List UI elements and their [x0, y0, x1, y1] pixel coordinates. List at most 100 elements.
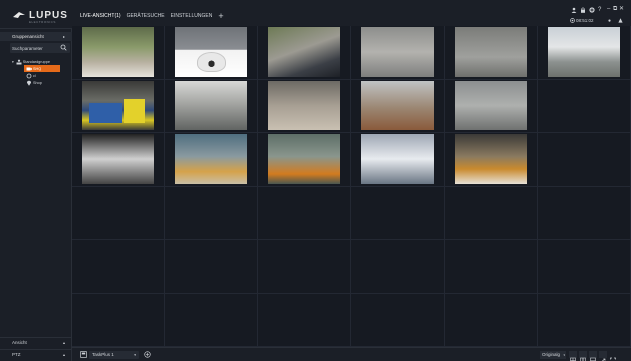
view-panel-header[interactable]: Ansicht ▴: [0, 337, 72, 347]
camera-feed[interactable]: [454, 134, 527, 184]
video-cell[interactable]: [351, 186, 445, 240]
search-box: [10, 43, 70, 53]
video-cell[interactable]: [444, 79, 538, 133]
camera-feed[interactable]: [268, 134, 341, 184]
window-controls: ? – ⧉ ✕ 08:51:02 ●: [565, 6, 625, 26]
camera-feed[interactable]: [175, 80, 248, 130]
video-cell[interactable]: [258, 26, 352, 80]
grid-9-button[interactable]: [589, 351, 597, 361]
gear-icon[interactable]: [589, 7, 595, 13]
video-cell[interactable]: [537, 186, 631, 240]
camera-feed[interactable]: [82, 27, 155, 77]
grid-4-button[interactable]: [579, 351, 587, 361]
video-cell[interactable]: [165, 240, 259, 294]
video-cell[interactable]: [537, 293, 631, 347]
layout-select[interactable]: TaskPlus 1 ▾: [89, 351, 139, 359]
stream-quality-select[interactable]: Originalg ▾: [540, 351, 566, 359]
clock: 08:51:02: [576, 18, 594, 23]
blue-bin-illustration: [89, 102, 122, 123]
fullscreen-button[interactable]: [599, 351, 607, 361]
group-view-header[interactable]: Gruppenansicht ▸: [0, 32, 72, 41]
video-cell[interactable]: [258, 293, 352, 347]
grid-1-icon: [570, 357, 576, 361]
video-cell[interactable]: [72, 26, 166, 80]
help-icon[interactable]: ?: [598, 7, 601, 13]
camera-feed[interactable]: [82, 134, 155, 184]
video-cell[interactable]: [72, 186, 166, 240]
video-cell[interactable]: [351, 293, 445, 347]
video-cell[interactable]: [351, 133, 445, 187]
video-cell[interactable]: [351, 26, 445, 80]
video-cell[interactable]: [72, 293, 166, 347]
tree-item-label: Shop: [33, 80, 42, 85]
expand-icon[interactable]: ▾: [12, 60, 14, 64]
minimize-icon[interactable]: –: [607, 6, 610, 12]
video-cell[interactable]: [444, 26, 538, 80]
camera-feed[interactable]: [175, 27, 248, 77]
group-view-title: Gruppenansicht: [12, 34, 44, 39]
video-cell[interactable]: [258, 79, 352, 133]
video-cell[interactable]: [72, 79, 166, 133]
ptz-panel-header[interactable]: PTZ ▴: [0, 349, 72, 359]
ptz-camera-illustration: [196, 51, 226, 72]
search-input[interactable]: [12, 44, 58, 52]
video-cell[interactable]: [537, 240, 631, 294]
tab-device-search[interactable]: GERÄTESUCHE: [124, 12, 168, 20]
save-layout-icon[interactable]: [80, 351, 87, 358]
video-cell[interactable]: [444, 293, 538, 347]
tree-root-standard-group[interactable]: ▾ Standardgruppe: [10, 58, 70, 65]
user-icon[interactable]: [571, 7, 577, 13]
video-cell[interactable]: [165, 79, 259, 133]
video-cell[interactable]: [165, 133, 259, 187]
camera-feed[interactable]: [268, 80, 341, 130]
video-cell[interactable]: [165, 186, 259, 240]
tree-item-shq[interactable]: SHQ: [24, 65, 60, 72]
chevron-up-icon: ▴: [62, 340, 65, 345]
add-layout-icon[interactable]: [144, 351, 151, 358]
close-icon[interactable]: ✕: [619, 6, 624, 12]
add-tab-button[interactable]: +: [218, 12, 223, 21]
maximize-icon[interactable]: ⧉: [613, 6, 617, 12]
view-panel-title: Ansicht: [12, 340, 27, 345]
camera-feed[interactable]: [175, 134, 248, 184]
video-cell[interactable]: [258, 133, 352, 187]
camera-feed[interactable]: [454, 80, 527, 130]
search-icon[interactable]: [60, 44, 67, 51]
alarm-icon[interactable]: [618, 18, 623, 23]
tree-item-shop[interactable]: Shop: [10, 79, 70, 86]
tab-settings[interactable]: EINSTELLUNGEN: [168, 12, 216, 20]
camera-feed[interactable]: [361, 27, 434, 77]
video-cell[interactable]: [258, 240, 352, 294]
stream-quality-value: Originalg: [542, 352, 561, 357]
video-cell[interactable]: [537, 133, 631, 187]
video-grid: [72, 26, 631, 347]
video-cell[interactable]: [258, 186, 352, 240]
camera-feed[interactable]: [268, 27, 341, 77]
video-cell[interactable]: [351, 240, 445, 294]
video-cell[interactable]: [72, 133, 166, 187]
yellow-bin-illustration: [123, 99, 146, 124]
video-cell[interactable]: [444, 133, 538, 187]
fullscreen-icon: [601, 358, 606, 361]
video-cell[interactable]: [537, 79, 631, 133]
video-cell[interactable]: [165, 26, 259, 80]
video-cell[interactable]: [537, 26, 631, 80]
ptz-panel-title: PTZ: [12, 352, 21, 357]
video-cell[interactable]: [72, 240, 166, 294]
camera-feed[interactable]: [547, 27, 620, 77]
video-cell[interactable]: [444, 240, 538, 294]
video-cell[interactable]: [351, 79, 445, 133]
video-cell[interactable]: [165, 293, 259, 347]
camera-feed[interactable]: [361, 134, 434, 184]
camera-feed[interactable]: [361, 80, 434, 130]
camera-feed[interactable]: [454, 27, 527, 77]
expand-icon: [610, 357, 616, 360]
tab-live-view[interactable]: LIVE-ANSICHT(1): [77, 12, 124, 20]
camera-feed[interactable]: [82, 80, 155, 130]
expand-button[interactable]: [609, 351, 617, 360]
grid-1-button[interactable]: [569, 351, 577, 361]
tree-item-cl[interactable]: cl: [10, 72, 70, 79]
status-dot-icon: ●: [608, 18, 612, 24]
video-cell[interactable]: [444, 186, 538, 240]
lock-icon[interactable]: [580, 7, 586, 13]
